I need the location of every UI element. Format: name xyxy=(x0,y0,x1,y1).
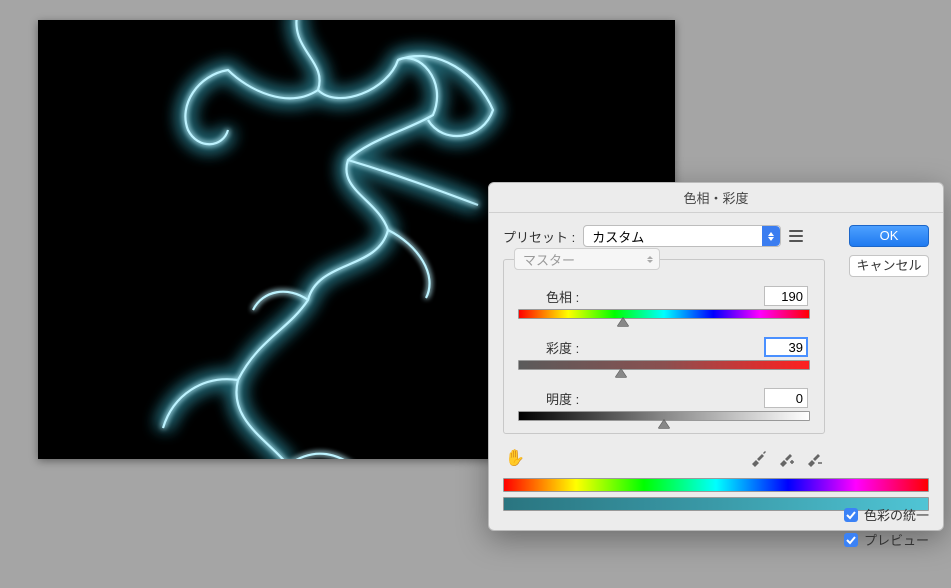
checkbox-checked-icon xyxy=(844,508,858,522)
scrubby-hand-icon[interactable]: ✋ xyxy=(505,448,525,468)
eyedropper-minus-icon[interactable] xyxy=(805,449,823,467)
saturation-label: 彩度 : xyxy=(546,338,579,357)
hue-saturation-dialog: 色相・彩度 プリセット : カスタム OK キャンセル マスター 色相 : xyxy=(488,182,944,531)
colorize-label: 色彩の統一 xyxy=(864,505,929,524)
dialog-title: 色相・彩度 xyxy=(489,183,943,213)
channel-label: マスター xyxy=(523,250,575,269)
lightness-slider[interactable] xyxy=(518,411,810,421)
lightness-row: 明度 : xyxy=(514,388,814,421)
hue-slider[interactable] xyxy=(518,309,810,319)
preset-menu-icon[interactable] xyxy=(789,227,809,245)
preset-value: カスタム xyxy=(592,227,644,246)
dropdown-arrows-icon xyxy=(647,256,653,263)
lightness-label: 明度 : xyxy=(546,389,579,408)
hue-thumb[interactable] xyxy=(617,318,629,327)
lightness-input[interactable] xyxy=(764,388,808,408)
saturation-input[interactable] xyxy=(764,337,808,357)
adjust-fieldset: マスター 色相 : 彩度 : xyxy=(503,259,825,434)
preview-label: プレビュー xyxy=(864,530,929,549)
saturation-slider[interactable] xyxy=(518,360,810,370)
eyedropper-plus-icon[interactable] xyxy=(777,449,795,467)
preset-label: プリセット : xyxy=(503,227,575,246)
preset-dropdown[interactable]: カスタム xyxy=(583,225,781,247)
saturation-thumb[interactable] xyxy=(615,369,627,378)
ok-button[interactable]: OK xyxy=(849,225,929,247)
preview-checkbox-row[interactable]: プレビュー xyxy=(844,530,929,549)
checkbox-checked-icon xyxy=(844,533,858,547)
hue-row: 色相 : xyxy=(514,286,814,319)
hue-label: 色相 : xyxy=(546,287,579,306)
dropdown-arrows-icon xyxy=(762,226,780,246)
lightness-thumb[interactable] xyxy=(658,420,670,429)
cancel-button[interactable]: キャンセル xyxy=(849,255,929,277)
channel-dropdown: マスター xyxy=(514,248,660,270)
input-spectrum-bar xyxy=(503,478,929,492)
hue-input[interactable] xyxy=(764,286,808,306)
saturation-row: 彩度 : xyxy=(514,337,814,370)
colorize-checkbox-row[interactable]: 色彩の統一 xyxy=(844,505,929,524)
eyedropper-icon[interactable] xyxy=(749,449,767,467)
